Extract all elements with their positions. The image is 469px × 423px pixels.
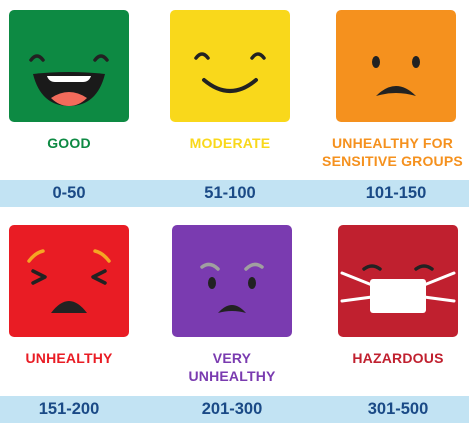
range-value-moderate: 51-100 — [204, 184, 256, 202]
range-value-good: 0-50 — [52, 184, 86, 202]
frowning-face-icon — [336, 10, 456, 122]
category-label-hazardous: HAZARDOUS — [352, 350, 444, 366]
category-label-very-unhealthy: VERY UNHEALTHY — [188, 350, 276, 384]
category-label-unhealthy: UNHEALTHY — [25, 350, 113, 366]
category-label-moderate: MODERATE — [189, 135, 271, 151]
range-value-hazardous: 301-500 — [367, 400, 429, 418]
range-value-unhealthy: 151-200 — [38, 400, 100, 418]
squinting-sick-face-icon — [9, 225, 129, 337]
smiling-face-icon — [170, 10, 290, 122]
category-label-sensitive: UNHEALTHY FOR SENSITIVE GROUPS — [322, 135, 463, 169]
range-value-sensitive: 101-150 — [365, 184, 427, 202]
range-value-very-unhealthy: 201-300 — [201, 400, 263, 418]
category-label-good: GOOD — [47, 135, 91, 151]
laughing-face-icon — [9, 10, 129, 122]
masked-face-icon — [338, 225, 458, 337]
angry-face-icon — [172, 225, 292, 337]
